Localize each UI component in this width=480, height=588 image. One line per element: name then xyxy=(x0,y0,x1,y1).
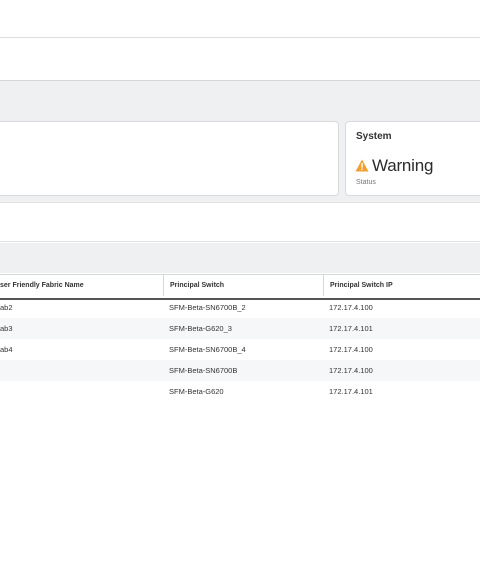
cell-principal-switch-ip: 172.17.4.100 xyxy=(329,366,373,375)
cell-principal-switch: SFM-Beta-SN6700B_4 xyxy=(169,345,246,354)
cell-principal-switch: SFM-Beta-G620_3 xyxy=(169,324,232,333)
table-row[interactable]: ab3 SFM-Beta-G620_3 172.17.4.101 xyxy=(0,318,480,339)
table-section-band xyxy=(0,243,480,273)
column-header-fabric-name[interactable]: ser Friendly Fabric Name xyxy=(0,275,164,296)
top-bar xyxy=(0,0,480,38)
warning-icon xyxy=(355,159,369,172)
cell-principal-switch: SFM-Beta-SN6700B_2 xyxy=(169,303,246,312)
table-row[interactable]: SFM-Beta-G620 172.17.4.101 xyxy=(0,381,480,402)
cell-principal-switch-ip: 172.17.4.101 xyxy=(329,387,373,396)
system-status-label: Status xyxy=(356,179,376,186)
column-header-principal-switch[interactable]: Principal Switch xyxy=(163,275,323,296)
cell-fabric-name: ab3 xyxy=(0,324,13,333)
system-status-value: Warning xyxy=(372,156,434,175)
cell-principal-switch-ip: 172.17.4.100 xyxy=(329,303,373,312)
table-row[interactable]: SFM-Beta-SN6700B 172.17.4.100 xyxy=(0,360,480,381)
column-header-principal-switch-ip[interactable]: Principal Switch IP xyxy=(323,275,480,296)
table-row[interactable]: ab4 SFM-Beta-SN6700B_4 172.17.4.100 xyxy=(0,339,480,360)
cell-fabric-name xyxy=(0,381,164,402)
cell-fabric-name: ab2 xyxy=(0,303,13,312)
cell-fabric-name xyxy=(0,360,164,381)
cell-principal-switch-ip: 172.17.4.100 xyxy=(329,345,373,354)
section-header-band xyxy=(0,80,480,120)
table-row[interactable]: ab2 SFM-Beta-SN6700B_2 172.17.4.100 xyxy=(0,297,480,318)
cell-principal-switch-ip: 172.17.4.101 xyxy=(329,324,373,333)
cell-principal-switch: SFM-Beta-SN6700B xyxy=(169,366,238,375)
cell-principal-switch: SFM-Beta-G620 xyxy=(169,387,224,396)
section-toolbar xyxy=(0,202,480,242)
summary-card xyxy=(0,121,339,196)
system-card-title: System xyxy=(356,131,392,142)
cell-fabric-name: ab4 xyxy=(0,345,13,354)
